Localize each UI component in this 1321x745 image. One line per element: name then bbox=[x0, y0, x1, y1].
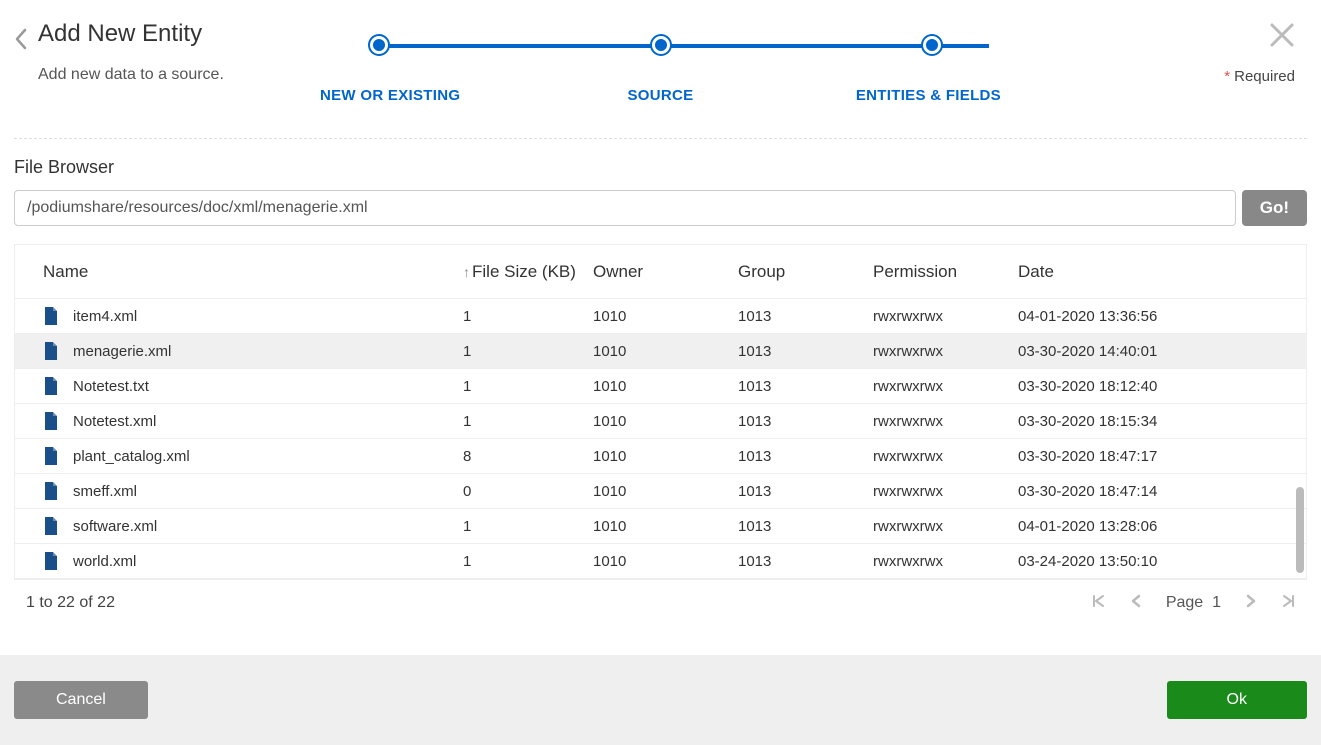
file-table: Name ↑File Size (KB) Owner Group Permiss… bbox=[14, 244, 1307, 580]
file-icon bbox=[43, 412, 59, 430]
cell-group: 1013 bbox=[730, 378, 865, 395]
file-icon bbox=[43, 377, 59, 395]
footer: Cancel Ok bbox=[0, 655, 1321, 745]
cell-permission: rwxrwxrwx bbox=[865, 413, 1010, 430]
cell-permission: rwxrwxrwx bbox=[865, 518, 1010, 535]
cell-name: menagerie.xml bbox=[73, 343, 171, 360]
table-row[interactable]: Notetest.xml 110101013rwxrwxrwx03-30-2020… bbox=[15, 404, 1306, 439]
table-row[interactable]: software.xml 110101013rwxrwxrwx04-01-2020… bbox=[15, 509, 1306, 544]
cell-permission: rwxrwxrwx bbox=[865, 483, 1010, 500]
cell-group: 1013 bbox=[730, 483, 865, 500]
file-icon bbox=[43, 447, 59, 465]
sort-asc-icon: ↑ bbox=[463, 264, 470, 280]
cell-size: 0 bbox=[455, 483, 585, 500]
step-new-or-existing[interactable]: NEW OR EXISTING bbox=[320, 36, 547, 104]
cell-owner: 1010 bbox=[585, 553, 730, 570]
cancel-button[interactable]: Cancel bbox=[14, 681, 148, 719]
cell-owner: 1010 bbox=[585, 343, 730, 360]
cell-permission: rwxrwxrwx bbox=[865, 378, 1010, 395]
cell-name: software.xml bbox=[73, 518, 157, 535]
step-entities-fields[interactable]: ENTITIES & FIELDS bbox=[774, 36, 1001, 104]
table-row[interactable]: smeff.xml 010101013rwxrwxrwx03-30-2020 18… bbox=[15, 474, 1306, 509]
cell-date: 03-30-2020 18:47:14 bbox=[1010, 483, 1306, 500]
cell-date: 03-30-2020 18:12:40 bbox=[1010, 378, 1306, 395]
cell-name: world.xml bbox=[73, 553, 136, 570]
path-input[interactable] bbox=[14, 190, 1236, 226]
pagination-summary: 1 to 22 of 22 bbox=[26, 594, 115, 612]
cell-permission: rwxrwxrwx bbox=[865, 448, 1010, 465]
col-header-permission[interactable]: Permission bbox=[865, 262, 1010, 282]
cell-owner: 1010 bbox=[585, 448, 730, 465]
cell-date: 03-24-2020 13:50:10 bbox=[1010, 553, 1306, 570]
cell-size: 1 bbox=[455, 553, 585, 570]
cell-name: plant_catalog.xml bbox=[73, 448, 190, 465]
page-next-icon[interactable] bbox=[1245, 592, 1257, 613]
cell-name: Notetest.xml bbox=[73, 413, 156, 430]
cell-size: 1 bbox=[455, 413, 585, 430]
page-first-icon[interactable] bbox=[1092, 592, 1106, 613]
cell-size: 1 bbox=[455, 343, 585, 360]
cell-size: 1 bbox=[455, 308, 585, 325]
cell-size: 1 bbox=[455, 378, 585, 395]
cell-permission: rwxrwxrwx bbox=[865, 343, 1010, 360]
cell-date: 04-01-2020 13:36:56 bbox=[1010, 308, 1306, 325]
page-last-icon[interactable] bbox=[1281, 592, 1295, 613]
file-icon bbox=[43, 517, 59, 535]
required-label: *Required bbox=[1224, 68, 1295, 85]
file-browser-title: File Browser bbox=[14, 157, 1307, 178]
cell-date: 03-30-2020 14:40:01 bbox=[1010, 343, 1306, 360]
table-row[interactable]: plant_catalog.xml 810101013rwxrwxrwx03-30… bbox=[15, 439, 1306, 474]
back-icon[interactable] bbox=[14, 28, 28, 57]
cell-date: 03-30-2020 18:47:17 bbox=[1010, 448, 1306, 465]
close-icon[interactable] bbox=[1269, 22, 1295, 56]
cell-owner: 1010 bbox=[585, 378, 730, 395]
cell-group: 1013 bbox=[730, 308, 865, 325]
go-button[interactable]: Go! bbox=[1242, 190, 1307, 226]
table-row[interactable]: Notetest.txt 110101013rwxrwxrwx03-30-2020… bbox=[15, 369, 1306, 404]
col-header-owner[interactable]: Owner bbox=[585, 262, 730, 282]
cell-name: smeff.xml bbox=[73, 483, 137, 500]
page-subtitle: Add new data to a source. bbox=[38, 66, 224, 84]
col-header-name[interactable]: Name bbox=[15, 262, 455, 282]
file-icon bbox=[43, 482, 59, 500]
table-row[interactable]: menagerie.xml 110101013rwxrwxrwx03-30-202… bbox=[15, 334, 1306, 369]
cell-owner: 1010 bbox=[585, 518, 730, 535]
cell-permission: rwxrwxrwx bbox=[865, 553, 1010, 570]
stepper: NEW OR EXISTING SOURCE ENTITIES & FIELDS bbox=[320, 36, 1001, 106]
cell-owner: 1010 bbox=[585, 483, 730, 500]
col-header-size[interactable]: ↑File Size (KB) bbox=[455, 262, 585, 282]
cell-permission: rwxrwxrwx bbox=[865, 308, 1010, 325]
page-title: Add New Entity bbox=[38, 20, 224, 48]
cell-date: 03-30-2020 18:15:34 bbox=[1010, 413, 1306, 430]
col-header-group[interactable]: Group bbox=[730, 262, 865, 282]
table-row[interactable]: world.xml 110101013rwxrwxrwx03-24-2020 13… bbox=[15, 544, 1306, 579]
cell-date: 04-01-2020 13:28:06 bbox=[1010, 518, 1306, 535]
cell-group: 1013 bbox=[730, 518, 865, 535]
cell-group: 1013 bbox=[730, 343, 865, 360]
scrollbar[interactable] bbox=[1294, 299, 1304, 579]
cell-group: 1013 bbox=[730, 413, 865, 430]
file-icon bbox=[43, 342, 59, 360]
col-header-date[interactable]: Date bbox=[1010, 262, 1306, 282]
ok-button[interactable]: Ok bbox=[1167, 681, 1307, 719]
cell-group: 1013 bbox=[730, 448, 865, 465]
cell-group: 1013 bbox=[730, 553, 865, 570]
cell-name: Notetest.txt bbox=[73, 378, 149, 395]
file-icon bbox=[43, 307, 59, 325]
table-row[interactable]: item4.xml 110101013rwxrwxrwx04-01-2020 13… bbox=[15, 299, 1306, 334]
file-icon bbox=[43, 552, 59, 570]
cell-owner: 1010 bbox=[585, 413, 730, 430]
cell-owner: 1010 bbox=[585, 308, 730, 325]
step-source[interactable]: SOURCE bbox=[547, 36, 774, 104]
page-prev-icon[interactable] bbox=[1130, 592, 1142, 613]
cell-size: 8 bbox=[455, 448, 585, 465]
divider bbox=[14, 138, 1307, 139]
table-header: Name ↑File Size (KB) Owner Group Permiss… bbox=[15, 245, 1306, 299]
cell-name: item4.xml bbox=[73, 308, 137, 325]
page-label: Page 1 bbox=[1166, 594, 1221, 612]
cell-size: 1 bbox=[455, 518, 585, 535]
